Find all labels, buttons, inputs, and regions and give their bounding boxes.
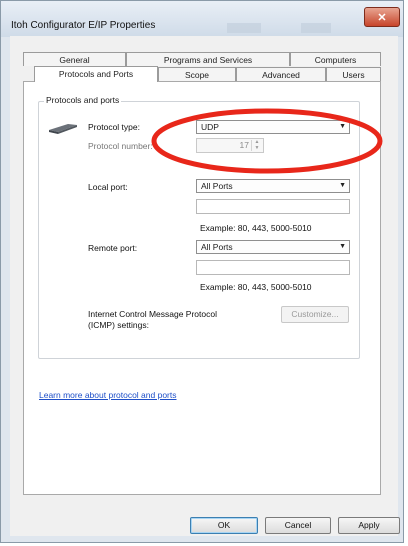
local-port-label: Local port: [88, 182, 128, 192]
ok-button[interactable]: OK [190, 517, 258, 534]
tab-users[interactable]: Users [326, 67, 381, 81]
remote-port-dropdown[interactable]: All Ports ▼ [196, 240, 350, 254]
tab-programs-and-services[interactable]: Programs and Services [126, 52, 290, 66]
protocol-type-label: Protocol type: [88, 122, 140, 132]
groupbox-title: Protocols and ports [44, 95, 122, 105]
protocol-number-label: Protocol number: [88, 141, 153, 151]
cancel-button[interactable]: Cancel [265, 517, 331, 534]
icmp-settings-label: Internet Control Message Protocol [88, 309, 217, 319]
local-port-input[interactable] [196, 199, 350, 214]
chevron-down-icon: ▼ [339, 243, 346, 250]
close-icon: ✕ [377, 12, 387, 24]
remote-port-input[interactable] [196, 260, 350, 275]
learn-more-link[interactable]: Learn more about protocol and ports [39, 390, 177, 400]
tab-computers[interactable]: Computers [290, 52, 381, 66]
background-window-tab [301, 23, 331, 33]
title-bar[interactable]: Itoh Configurator E/IP Properties ✕ [1, 1, 403, 37]
chevron-down-icon: ▼ [339, 182, 346, 189]
window-title: Itoh Configurator E/IP Properties [11, 20, 156, 31]
local-port-dropdown[interactable]: All Ports ▼ [196, 179, 350, 193]
local-port-example: Example: 80, 443, 5000-5010 [200, 223, 312, 233]
red-highlight-ellipse [151, 108, 383, 174]
background-window-tab [227, 23, 261, 33]
remote-port-example: Example: 80, 443, 5000-5010 [200, 282, 312, 292]
tab-advanced[interactable]: Advanced [236, 67, 326, 81]
tab-protocols-and-ports[interactable]: Protocols and Ports [34, 66, 158, 82]
close-button[interactable]: ✕ [364, 7, 400, 27]
apply-button[interactable]: Apply [338, 517, 400, 534]
customize-button[interactable]: Customize... [281, 306, 349, 323]
tab-general[interactable]: General [23, 52, 126, 66]
tab-scope[interactable]: Scope [158, 67, 236, 81]
remote-port-label: Remote port: [88, 243, 138, 253]
network-card-icon [49, 124, 77, 134]
icmp-settings-label-line2: (ICMP) settings: [88, 320, 149, 330]
